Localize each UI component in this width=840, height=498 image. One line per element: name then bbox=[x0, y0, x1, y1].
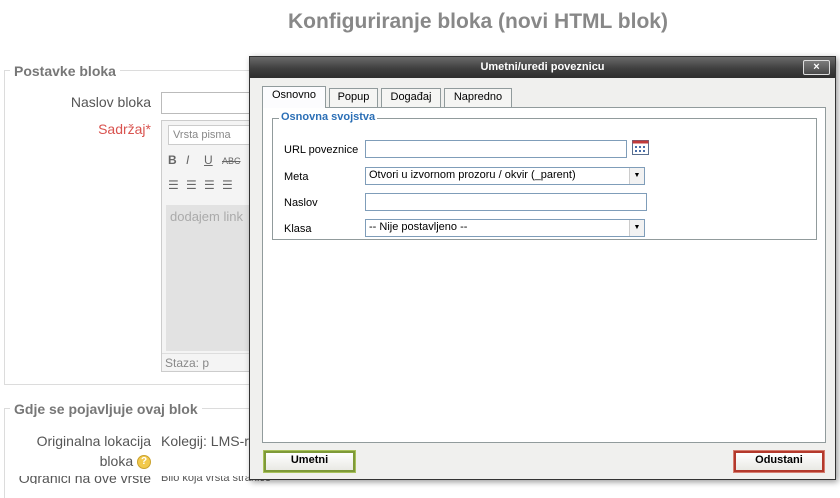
editor-path: Staza: p bbox=[162, 353, 260, 371]
target-select[interactable]: Otvori u izvornom prozoru / okvir (_pare… bbox=[365, 167, 645, 185]
original-location-value: Kolegij: LMS-r bbox=[161, 433, 249, 449]
cancel-button[interactable]: Odustani bbox=[733, 450, 825, 473]
editor-content[interactable]: dodajem link bbox=[166, 205, 258, 351]
original-location-label-2: bloka ? bbox=[10, 453, 151, 470]
outdent-icon[interactable]: ☰ bbox=[204, 178, 222, 192]
numbered-list-icon[interactable]: ☰ bbox=[186, 178, 204, 192]
dialog-title: Umetni/uredi poveznicu bbox=[480, 61, 605, 73]
title-input[interactable] bbox=[365, 193, 647, 211]
class-label: Klasa bbox=[284, 223, 312, 235]
font-family-select[interactable]: Vrsta pisma bbox=[168, 125, 254, 145]
original-location-label-1: Originalna lokacija bbox=[36, 433, 151, 449]
block-title-input[interactable] bbox=[161, 92, 261, 114]
html-editor: Vrsta pisma B I U ABC ☰ ☰ ☰ ☰ dodajem link Sta… bbox=[161, 120, 261, 372]
bullet-list-icon[interactable]: ☰ bbox=[168, 178, 186, 192]
class-select[interactable]: -- Nije postavljeno -- ▼ bbox=[365, 219, 645, 237]
chevron-down-icon: ▼ bbox=[629, 168, 644, 184]
help-icon[interactable]: ? bbox=[137, 455, 151, 470]
tab-advanced[interactable]: Napredno bbox=[444, 88, 512, 107]
tab-panel-general: Osnovna svojstva URL poveznice Meta Otvo… bbox=[262, 107, 826, 443]
italic-button[interactable]: I bbox=[186, 153, 204, 167]
strikethrough-button[interactable]: ABC bbox=[222, 156, 241, 166]
insert-link-dialog: Umetni/uredi poveznicu × Osnovno Popup D… bbox=[249, 56, 836, 480]
general-properties-fieldset: Osnovna svojstva URL poveznice Meta Otvo… bbox=[272, 111, 817, 240]
editor-toolbar-row-2: ☰ ☰ ☰ ☰ bbox=[168, 178, 240, 192]
url-label: URL poveznice bbox=[284, 144, 359, 156]
insert-button[interactable]: Umetni bbox=[263, 450, 356, 473]
general-properties-legend: Osnovna svojstva bbox=[279, 111, 378, 123]
chevron-down-icon: ▼ bbox=[629, 220, 644, 236]
dialog-titlebar[interactable]: Umetni/uredi poveznicu × bbox=[250, 57, 835, 78]
content-label: Sadržaj* bbox=[40, 121, 151, 137]
original-location-label-2-text: bloka bbox=[99, 453, 134, 469]
underline-button[interactable]: U bbox=[204, 153, 222, 167]
target-label: Meta bbox=[284, 171, 309, 183]
tab-general[interactable]: Osnovno bbox=[262, 86, 326, 108]
target-select-value: Otvori u izvornom prozoru / okvir (_pare… bbox=[369, 169, 576, 181]
editor-toolbar-row-1: B I U ABC bbox=[168, 153, 241, 167]
bold-button[interactable]: B bbox=[168, 153, 186, 167]
indent-icon[interactable]: ☰ bbox=[222, 178, 240, 192]
browse-icon[interactable] bbox=[632, 140, 649, 155]
content-label-text: Sadržaj bbox=[98, 121, 146, 137]
block-settings-legend: Postavke bloka bbox=[10, 63, 120, 79]
required-mark: * bbox=[145, 121, 151, 137]
close-button[interactable]: × bbox=[803, 60, 830, 75]
url-input[interactable] bbox=[365, 140, 627, 158]
page-title: Konfiguriranje bloka (novi HTML blok) bbox=[288, 10, 668, 33]
block-location-legend: Gdje se pojavljuje ovaj blok bbox=[10, 401, 202, 417]
block-title-label: Naslov bloka bbox=[70, 94, 151, 110]
tab-events[interactable]: Događaj bbox=[381, 88, 441, 107]
title-label: Naslov bbox=[284, 197, 318, 209]
tab-popup[interactable]: Popup bbox=[329, 88, 378, 107]
class-select-value: -- Nije postavljeno -- bbox=[369, 221, 468, 233]
